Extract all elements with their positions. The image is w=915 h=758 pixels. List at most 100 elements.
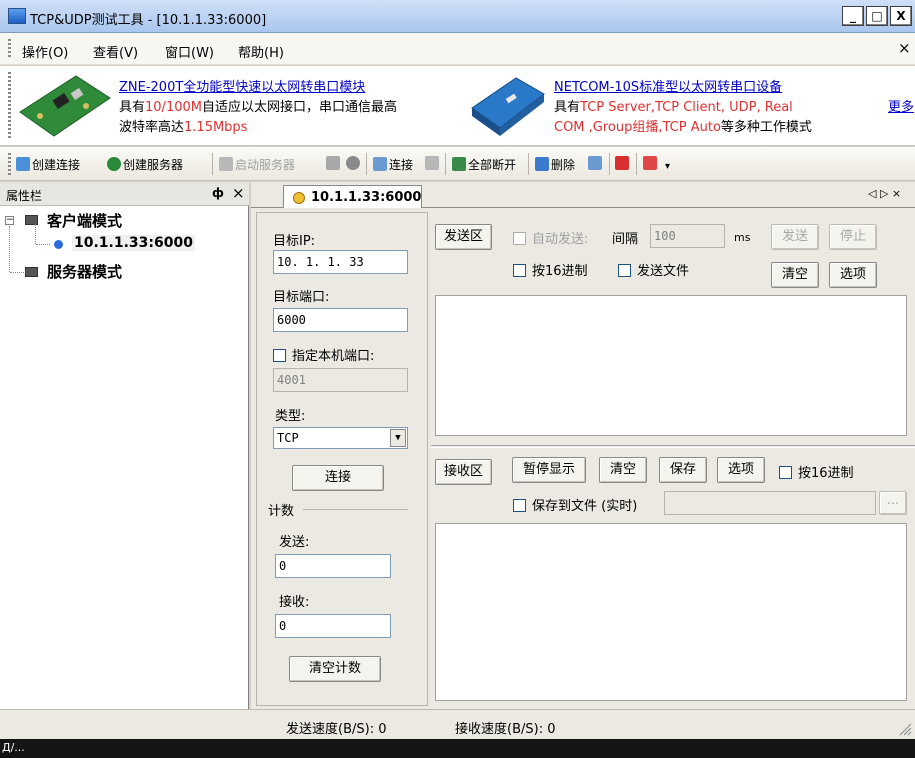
stop-icon[interactable]: [346, 156, 362, 171]
app-icon: [8, 8, 26, 24]
create-server-button[interactable]: 创建服务器: [107, 156, 183, 173]
users-icon[interactable]: [326, 156, 342, 171]
circuit-board-image: [19, 75, 111, 137]
recv-textarea[interactable]: [435, 523, 907, 701]
stop-button[interactable]: 停止: [829, 224, 877, 250]
interval-label: 间隔: [612, 232, 639, 247]
ad-right-title-link[interactable]: NETCOM-10S标准型以太网转串口设备: [554, 76, 782, 95]
connect-icon: [373, 157, 387, 171]
pin-icon[interactable]: ф: [212, 186, 224, 200]
property-panel-header: 属性栏 ф ×: [0, 182, 249, 206]
connection-warning-icon: [293, 192, 305, 204]
connection-content: 目标IP: 10. 1. 1. 33 目标端口: 6000 指定本机端口: 40…: [251, 208, 915, 709]
create-connection-button[interactable]: 创建连接: [16, 156, 80, 173]
device-image: [471, 77, 545, 136]
ad-left-title-link[interactable]: ZNE-200T全功能型快速以太网转串口模块: [119, 76, 365, 95]
local-port-checkbox[interactable]: 指定本机端口:: [273, 345, 374, 364]
taskbar-text[interactable]: Д/...: [2, 741, 25, 754]
menu-operate[interactable]: 操作(O): [22, 42, 68, 61]
disconnect-all-button[interactable]: 全部断开: [452, 156, 516, 173]
tree-server-mode[interactable]: 服务器模式: [47, 261, 122, 282]
toolbar: 创建连接 创建服务器 启动服务器 连接 全部断开 删除 ▾: [0, 147, 915, 181]
toolbar-separator: [609, 153, 610, 175]
connect-button[interactable]: 连接: [373, 156, 413, 173]
red-tool-icon[interactable]: [643, 156, 659, 171]
disconnect-icon[interactable]: [425, 156, 441, 171]
toolbar-grip: [8, 153, 11, 175]
browse-button[interactable]: ...: [879, 491, 907, 515]
target-ip-input[interactable]: 10. 1. 1. 33: [273, 250, 408, 274]
send-count-input[interactable]: 0: [275, 554, 391, 578]
send-options-button[interactable]: 选项: [829, 262, 877, 288]
send-button[interactable]: 发送: [771, 224, 819, 250]
send-count-label: 发送:: [279, 535, 310, 550]
save-to-file-checkbox[interactable]: 保存到文件 (实时): [513, 495, 637, 514]
toolbar-separator: [528, 153, 529, 175]
recv-clear-button[interactable]: 清空: [599, 457, 647, 483]
menu-help[interactable]: 帮助(H): [238, 42, 284, 61]
recv-options-button[interactable]: 选项: [717, 457, 765, 483]
ad-more-link[interactable]: 更多: [888, 96, 914, 115]
send-hex-checkbox[interactable]: 按16进制: [513, 260, 588, 279]
connect-main-button[interactable]: 连接: [292, 465, 384, 491]
send-area-title: 发送区: [435, 224, 492, 250]
tree-client-entry[interactable]: 10.1.1.33:6000: [72, 235, 195, 251]
count-label: 计数: [268, 504, 295, 519]
menu-bar: 操作(O) 查看(V) 窗口(W) 帮助(H) ×: [0, 33, 915, 65]
type-select[interactable]: TCP ▼: [273, 427, 408, 449]
tree-line: [36, 244, 50, 245]
auto-send-checkbox[interactable]: 自动发送:: [513, 228, 588, 247]
toolbar-overflow-icon[interactable]: ▾: [665, 161, 670, 172]
power-icon[interactable]: [615, 156, 631, 171]
splitter[interactable]: [431, 445, 915, 448]
resize-grip-icon[interactable]: [898, 722, 912, 736]
minimize-button[interactable]: _: [842, 6, 864, 26]
send-file-checkbox[interactable]: 发送文件: [618, 260, 689, 279]
pause-display-button[interactable]: 暂停显示: [512, 457, 586, 483]
ad-left-line2: 具有10/100M自适应以太网接口，串口通信最高: [119, 100, 397, 115]
property-panel-title: 属性栏: [6, 189, 43, 203]
send-textarea[interactable]: [435, 295, 907, 436]
send-speed: 发送速度(B/S): 0: [286, 722, 387, 737]
window-title: TCP&UDP测试工具 - [10.1.1.33:6000]: [30, 13, 267, 28]
delete-button[interactable]: 删除: [535, 156, 575, 173]
menu-grip: [8, 39, 11, 59]
delete-all-icon[interactable]: [588, 156, 604, 171]
taskbar: Д/...: [0, 739, 915, 758]
count-divider: [303, 509, 408, 510]
menu-window[interactable]: 窗口(W): [165, 42, 214, 61]
tree-line: [10, 272, 24, 273]
maximize-button[interactable]: □: [866, 6, 888, 26]
ad-grip: [8, 72, 11, 138]
ad-right-line2: 具有TCP Server,TCP Client, UDP, Real: [554, 100, 793, 115]
send-clear-button[interactable]: 清空: [771, 262, 819, 288]
clear-count-button[interactable]: 清空计数: [289, 656, 381, 682]
panel-close-icon[interactable]: ×: [232, 184, 245, 202]
target-port-input[interactable]: 6000: [273, 308, 408, 332]
recv-save-button[interactable]: 保存: [659, 457, 707, 483]
tab-nav-icons[interactable]: ◁ ▷ ×: [868, 187, 901, 200]
recv-hex-checkbox[interactable]: 按16进制: [779, 462, 854, 481]
new-connection-icon: [16, 157, 30, 171]
ad-left-line3: 波特率高达1.15Mbps: [119, 120, 248, 135]
ad-banner: ZNE-200T全功能型快速以太网转串口模块 具有10/100M自适应以太网接口…: [0, 66, 915, 146]
local-port-input[interactable]: 4001: [273, 368, 408, 392]
start-server-button[interactable]: 启动服务器: [219, 156, 295, 173]
recv-count-input[interactable]: 0: [275, 614, 391, 638]
tree-client-mode[interactable]: 客户端模式: [47, 210, 122, 231]
menu-close-icon[interactable]: ×: [898, 39, 911, 57]
menu-view[interactable]: 查看(V): [93, 42, 138, 61]
delete-icon: [535, 157, 549, 171]
type-label: 类型:: [275, 409, 306, 424]
toolbar-separator: [445, 153, 446, 175]
dropdown-arrow-icon[interactable]: ▼: [390, 429, 406, 447]
recv-area-title: 接收区: [435, 459, 492, 485]
interval-input[interactable]: 100: [650, 224, 725, 248]
close-button[interactable]: X: [890, 6, 912, 26]
title-bar: TCP&UDP测试工具 - [10.1.1.33:6000] _ □ X: [0, 0, 915, 33]
ad-right-line3: COM ,Group组播,TCP Auto等多种工作模式: [554, 120, 812, 135]
collapse-icon[interactable]: −: [5, 216, 14, 225]
tree-line: [9, 226, 10, 272]
tab-connection[interactable]: 10.1.1.33:6000: [283, 185, 422, 209]
save-file-path-input[interactable]: [664, 491, 876, 515]
